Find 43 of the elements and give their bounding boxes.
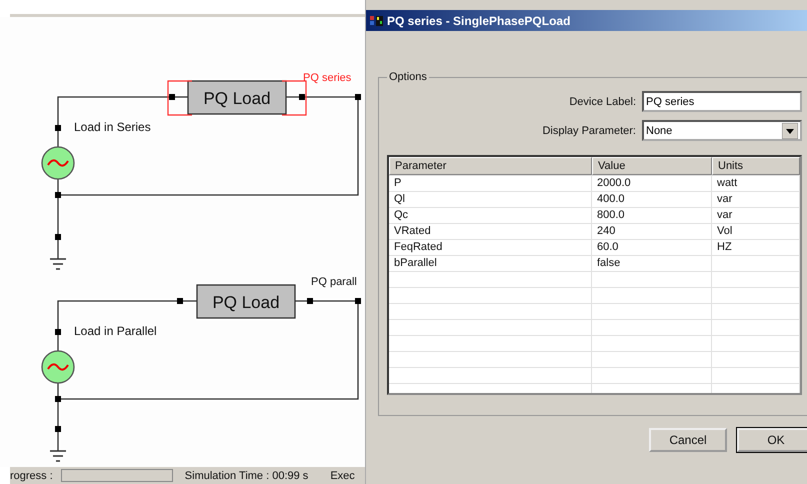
load-block[interactable] (196, 284, 296, 319)
display-parameter-dropdown[interactable]: None (642, 120, 802, 141)
table-cell: 60.0 (592, 240, 712, 255)
table-cell: 400.0 (592, 192, 712, 207)
dialog-button[interactable]: OK (737, 428, 807, 452)
load-block[interactable] (187, 80, 287, 115)
ac-source-icon[interactable] (41, 146, 75, 180)
table-cell: 240 (592, 224, 712, 239)
table-cell: VRated (389, 224, 592, 239)
window-title: PQ series - SinglePhasePQLoad (387, 14, 570, 28)
device-label: PQ series (303, 72, 352, 84)
ac-source-icon[interactable] (41, 350, 75, 384)
app-icon (370, 14, 384, 26)
field-label: Device Label: (569, 96, 636, 108)
circuit-caption: Load in Parallel (74, 324, 157, 338)
load-label: PQ Load (212, 293, 280, 312)
column-header[interactable]: Units (712, 157, 800, 175)
circuit-caption: Load in Series (74, 120, 151, 134)
table-cell: 2000.0 (592, 176, 712, 191)
device-label: PQ parall (311, 276, 357, 288)
field-label: Display Parameter: (542, 124, 636, 136)
load-label: PQ Load (203, 89, 271, 108)
progress-label: rogress : (10, 470, 53, 482)
table-cell: Ql (389, 192, 592, 207)
group-title: Options (388, 71, 428, 83)
table-cell: var (712, 208, 800, 223)
column-header[interactable]: Parameter (389, 157, 592, 175)
table-cell: var (712, 192, 800, 207)
table-cell: Qc (389, 208, 592, 223)
simulation-time: Simulation Time : 00:99 s (184, 470, 308, 482)
dropdown-arrow-icon[interactable] (782, 122, 798, 138)
device-label-field[interactable]: PQ series (642, 91, 802, 112)
table-cell: FeqRated (389, 240, 592, 255)
table-cell: watt (712, 176, 800, 191)
dialog-button[interactable]: Cancel (649, 428, 727, 452)
table-cell: HZ (712, 240, 800, 255)
table-cell: bParallel (389, 256, 592, 271)
table-cell: 800.0 (592, 208, 712, 223)
table-cell: Vol (712, 224, 800, 239)
column-header[interactable]: Value (592, 157, 712, 175)
table-cell: false (592, 256, 712, 271)
table-cell: P (389, 176, 592, 191)
exec-label: Exec (330, 470, 355, 482)
